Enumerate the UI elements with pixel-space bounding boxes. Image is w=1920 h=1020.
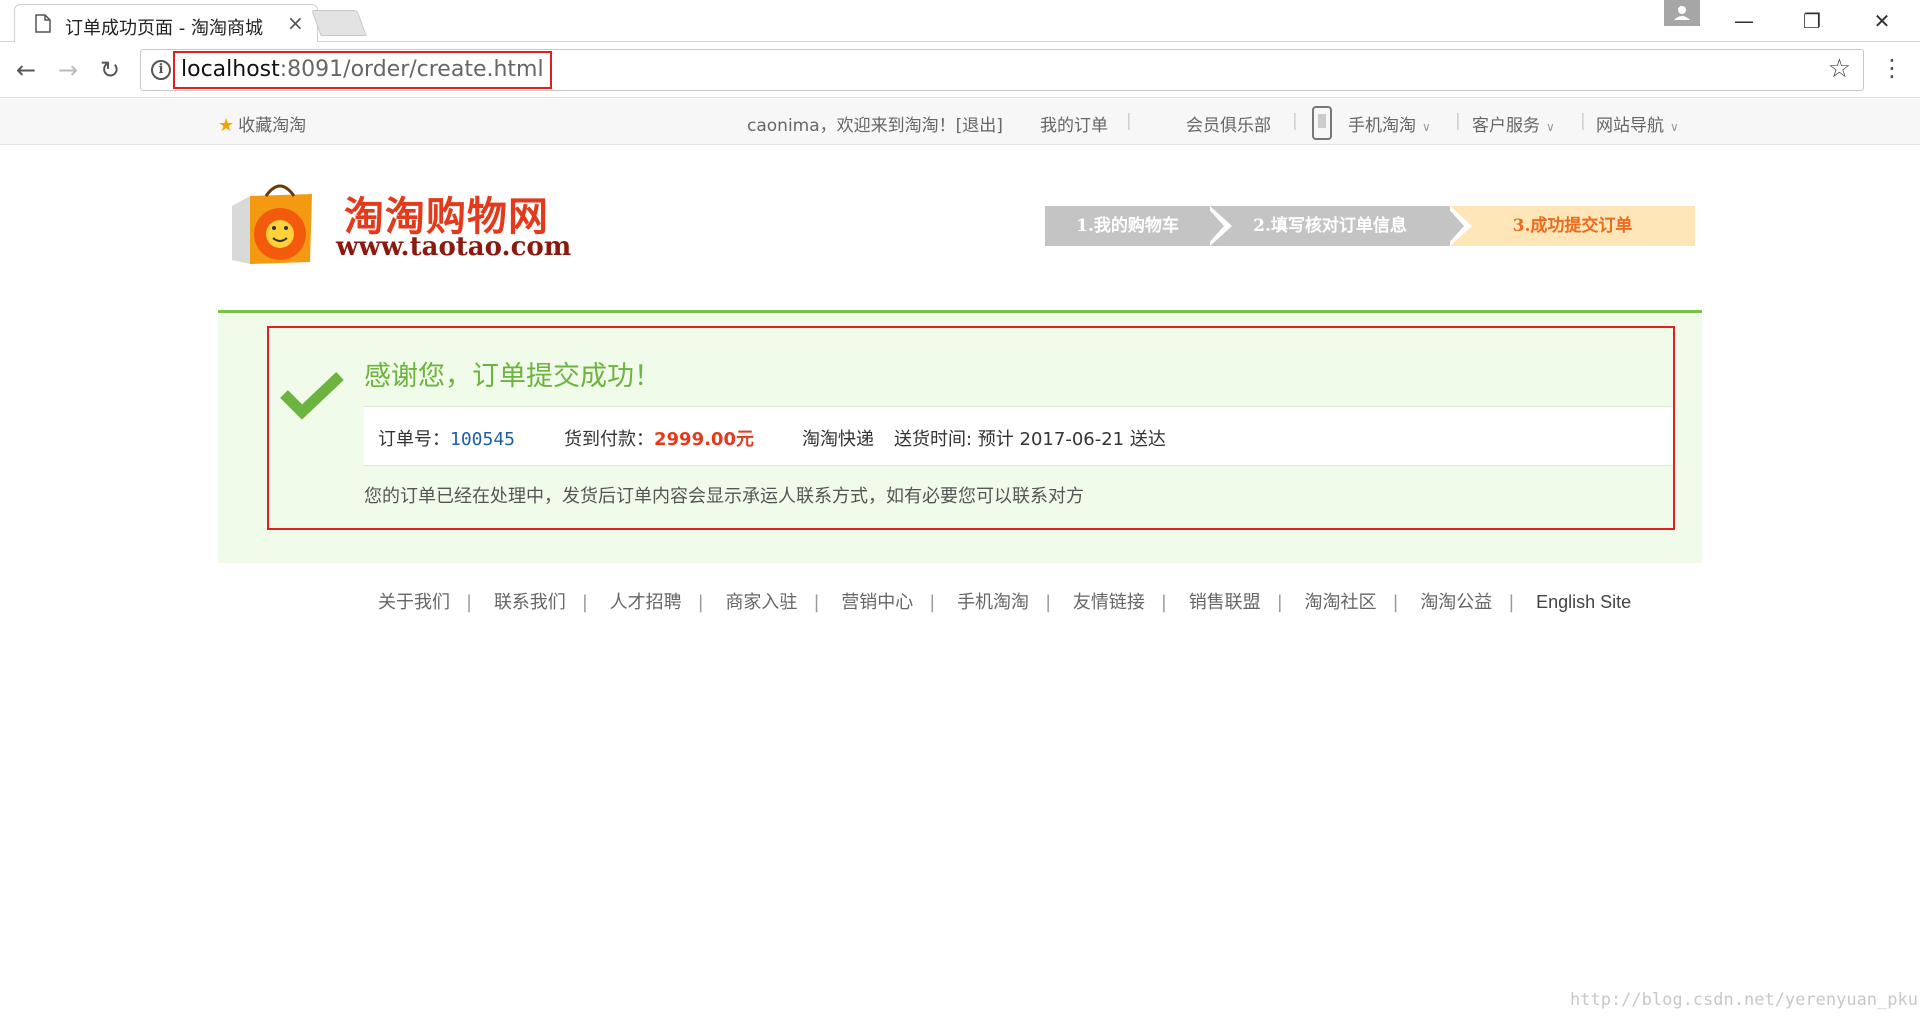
order-number-label: 订单号： <box>378 429 450 450</box>
separator: | <box>1508 592 1515 613</box>
chevron-down-icon: ∨ <box>1670 120 1679 134</box>
mobile-link[interactable]: 手机淘淘 ∨ <box>1348 111 1431 136</box>
mobile-label: 手机淘淘 <box>1348 116 1416 136</box>
payment: 货到付款：2999.00元 <box>564 425 754 451</box>
star-icon: ★ <box>218 115 235 136</box>
separator: | <box>1045 592 1052 613</box>
address-bar[interactable]: i localhost:8091/order/create.html ☆ <box>140 49 1864 91</box>
separator: | <box>929 592 936 613</box>
footer-link-community[interactable]: 淘淘社区 <box>1305 592 1377 613</box>
browser-tabstrip: 订单成功页面 - 淘淘商城 × — ❐ ✕ <box>0 0 1920 42</box>
site-info-icon[interactable]: i <box>151 60 171 80</box>
close-window-icon[interactable]: ✕ <box>1862 6 1902 36</box>
footer-link-friends[interactable]: 友情链接 <box>1073 592 1145 613</box>
site-nav-label: 网站导航 <box>1596 116 1664 136</box>
new-tab-button[interactable] <box>311 10 367 36</box>
separator: | <box>1455 111 1461 131</box>
footer-link-about[interactable]: 关于我们 <box>378 592 450 613</box>
customer-service-link[interactable]: 客户服务 ∨ <box>1472 111 1555 136</box>
footer-link-merchants[interactable]: 商家入驻 <box>725 592 797 613</box>
delivery-date: 2017-06-21 <box>1019 429 1125 450</box>
footer-link-marketing[interactable]: 营销中心 <box>841 592 913 613</box>
separator: | <box>813 592 820 613</box>
delivery-time: 送货时间: 预计 2017-06-21 送达 <box>894 425 1166 451</box>
order-info-row: 订单号：100545 货到付款：2999.00元 淘淘快递 送货时间: 预计 2… <box>364 406 1673 466</box>
success-title: 感谢您，订单提交成功！ <box>364 361 661 392</box>
member-club-link[interactable]: 会员俱乐部 <box>1186 111 1271 136</box>
step-submit-success: 3.成功提交订单 <box>1450 206 1695 246</box>
delivery-label: 送货时间: 预计 <box>894 429 1014 450</box>
restore-icon[interactable]: ❐ <box>1792 6 1832 36</box>
payment-label: 货到付款： <box>564 429 654 450</box>
url-path: :8091/order/create.html <box>279 57 544 82</box>
delivery-suffix: 送达 <box>1129 429 1166 450</box>
tab-title: 订单成功页面 - 淘淘商城 <box>65 18 263 39</box>
browser-menu-icon[interactable]: ⋮ <box>1880 54 1904 82</box>
separator: | <box>581 592 588 613</box>
footer-links: 关于我们 | 联系我们 | 人才招聘 | 商家入驻 | 营销中心 | 手机淘淘 | 友情链接… <box>378 588 1631 614</box>
separator: | <box>466 592 473 613</box>
url-host: localhost <box>181 57 280 82</box>
site-topbar: ★ 收藏淘淘 caonima，欢迎来到淘淘！[退出] 我的订单 | 会员俱乐部 |… <box>0 99 1920 145</box>
favorite-link[interactable]: ★ 收藏淘淘 <box>218 111 306 136</box>
tab-close-icon[interactable]: × <box>287 11 304 35</box>
payment-amount: 2999.00元 <box>654 429 754 450</box>
back-icon[interactable]: ← <box>10 54 42 86</box>
forward-icon[interactable]: → <box>52 54 84 86</box>
browser-tab[interactable]: 订单成功页面 - 淘淘商城 × <box>14 4 318 42</box>
step-fill-order: 2.填写核对订单信息 <box>1210 206 1450 246</box>
chevron-down-icon: ∨ <box>1422 120 1431 134</box>
footer-link-english[interactable]: English Site <box>1536 592 1631 612</box>
profile-icon[interactable] <box>1664 0 1700 26</box>
shopping-bag-logo-icon[interactable] <box>226 176 316 268</box>
footer-link-mobile[interactable]: 手机淘淘 <box>957 592 1029 613</box>
my-orders-link[interactable]: 我的订单 <box>1040 111 1108 136</box>
processing-note: 您的订单已经在处理中，发货后订单内容会显示承运人联系方式，如有必要您可以联系对方 <box>364 486 1084 507</box>
separator: | <box>1126 111 1132 131</box>
step-cart: 1.我的购物车 <box>1045 206 1210 246</box>
footer-link-jobs[interactable]: 人才招聘 <box>610 592 682 613</box>
phone-icon <box>1312 106 1332 140</box>
order-number: 订单号：100545 <box>378 425 515 451</box>
url-text[interactable]: localhost:8091/order/create.html <box>173 51 552 89</box>
separator: | <box>1292 111 1298 131</box>
page-icon <box>35 14 51 33</box>
welcome-text[interactable]: caonima，欢迎来到淘淘！[退出] <box>747 111 1003 136</box>
separator: | <box>1160 592 1167 613</box>
separator: | <box>1392 592 1399 613</box>
reload-icon[interactable]: ↻ <box>94 54 126 86</box>
service-label: 客户服务 <box>1472 116 1540 136</box>
step-divider <box>1446 206 1464 246</box>
separator: | <box>1580 111 1586 131</box>
footer-link-contact[interactable]: 联系我们 <box>494 592 566 613</box>
bookmark-star-icon[interactable]: ☆ <box>1828 54 1851 84</box>
shipping-method: 淘淘快递 <box>802 429 874 450</box>
watermark: http://blog.csdn.net/yerenyuan_pku <box>1570 990 1918 1010</box>
chevron-down-icon: ∨ <box>1546 120 1555 134</box>
step-divider <box>1206 206 1224 246</box>
order-number-value: 100545 <box>450 429 516 450</box>
browser-toolbar: ← → ↻ i localhost:8091/order/create.html… <box>0 42 1920 98</box>
separator: | <box>1276 592 1283 613</box>
site-nav-link[interactable]: 网站导航 ∨ <box>1596 111 1679 136</box>
footer-link-affiliate[interactable]: 销售联盟 <box>1189 592 1261 613</box>
footer-link-charity[interactable]: 淘淘公益 <box>1420 592 1492 613</box>
checkout-steps: 1.我的购物车 2.填写核对订单信息 3.成功提交订单 <box>1045 206 1695 246</box>
logo-url[interactable]: www.taotao.com <box>336 232 571 262</box>
favorite-label: 收藏淘淘 <box>238 116 307 136</box>
separator: | <box>697 592 704 613</box>
minimize-icon[interactable]: — <box>1724 6 1764 36</box>
checkmark-icon <box>280 372 344 420</box>
